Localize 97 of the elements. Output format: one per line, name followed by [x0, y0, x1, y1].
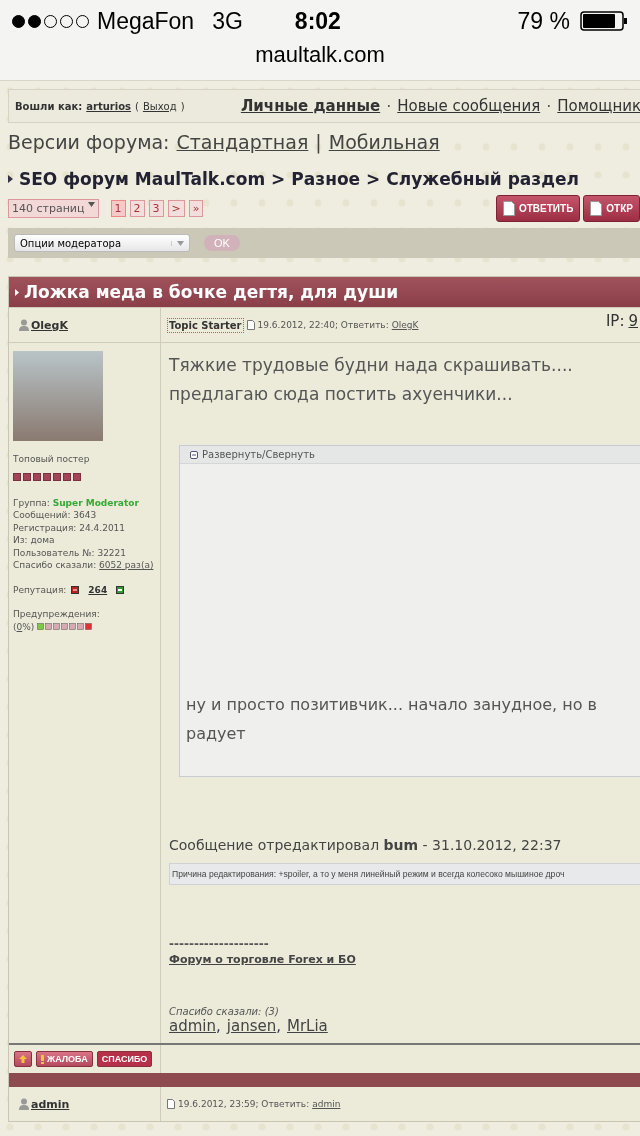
document-icon	[167, 1099, 175, 1109]
info-value: дома	[30, 535, 55, 545]
edit-reason: Причина редактирования: +spoiler, а то у меня линейный режим и всегда колесоко мышиное дроч	[169, 863, 640, 885]
post-text: предлагаю сюда постить ахуенчики...	[169, 383, 514, 406]
topic-starter-label: Topic Starter	[167, 317, 244, 333]
pages-dropdown[interactable]: 140 страниц	[8, 199, 99, 218]
post-text: Тяжкие трудовые будни нада скрашивать....	[169, 354, 574, 377]
moderator-select[interactable]: Опции модератора	[14, 234, 190, 252]
info-value: 32221	[97, 547, 127, 558]
paren-text: )	[180, 100, 185, 112]
breadcrumb-link[interactable]: Служебный раздел	[386, 169, 579, 189]
post-date: 19.6.2012, 23:59; Ответить:	[178, 1099, 310, 1109]
user-link[interactable]: admin	[169, 1017, 216, 1035]
report-button[interactable]: ЖАЛОБА	[36, 1051, 93, 1067]
user-icon	[19, 1098, 29, 1110]
bullet-icon	[8, 175, 13, 183]
action-button[interactable]: ОТВЕТИТЬ	[495, 195, 581, 222]
minus-icon	[71, 585, 80, 594]
document-icon	[502, 201, 515, 216]
paren-text: (	[135, 100, 139, 112]
info-label: Регистрация:	[13, 522, 78, 533]
info-label: Сообщений:	[13, 510, 72, 520]
warning-scale-icon	[37, 623, 94, 631]
login-label: Вошли как:	[15, 100, 83, 112]
ip-link[interactable]: 9	[628, 312, 638, 330]
versions-label: Версии форума:	[8, 131, 170, 153]
battery-icon	[580, 11, 628, 31]
page-button[interactable]: >	[167, 200, 185, 217]
breadcrumb-link[interactable]: SEO форум MaulTalk.com	[19, 169, 266, 189]
carrier-name: MegaFon	[97, 7, 195, 35]
document-icon	[590, 201, 603, 216]
address-url[interactable]: maultalk.com	[0, 42, 640, 68]
page-button[interactable]: 3	[148, 200, 164, 217]
nav-link[interactable]: Личные данные	[240, 97, 381, 115]
signature-link[interactable]: Форум о торговле Forex и БО	[169, 953, 632, 966]
info-label: Группа:	[13, 497, 51, 508]
signature-rule: --------------------	[169, 937, 270, 951]
breadcrumb-separator: >	[271, 169, 286, 189]
reply-link[interactable]: OlegK	[391, 320, 419, 330]
document-icon	[246, 320, 255, 330]
info-label: Спасибо сказали:	[13, 560, 98, 570]
info-value: 3643	[73, 510, 97, 520]
version-link[interactable]: Мобильная	[328, 131, 440, 153]
exclamation-icon	[41, 1054, 44, 1064]
paren-text: (	[13, 620, 17, 633]
network-type: 3G	[212, 7, 243, 35]
caret-icon	[177, 240, 184, 246]
breadcrumb-separator: >	[366, 169, 381, 189]
warnings-label: Предупреждения:	[13, 608, 101, 621]
author-link[interactable]: OlegK	[31, 318, 68, 332]
percent-text: %)	[22, 620, 35, 633]
arrow-up-icon	[19, 1055, 27, 1063]
rank-label: Топовый постер	[13, 453, 91, 466]
scroll-up-button[interactable]	[14, 1051, 32, 1067]
topic-title: Ложка меда в бочке дегтя, для души	[24, 282, 399, 302]
group-name: Super Moderator	[52, 497, 139, 508]
comma: ,	[276, 1017, 281, 1035]
username-link[interactable]: arturios	[86, 100, 131, 112]
separator-dot: ·	[546, 96, 552, 116]
battery-percent: 79 %	[517, 7, 570, 35]
page-button[interactable]: 2	[129, 200, 145, 217]
user-link[interactable]: MrLia	[287, 1017, 328, 1035]
caret-icon	[87, 202, 95, 207]
separator-text: |	[315, 131, 322, 153]
reply-link[interactable]: admin	[312, 1099, 341, 1109]
comma: ,	[216, 1017, 221, 1035]
minus-icon	[190, 450, 198, 459]
bullet-icon	[15, 288, 19, 296]
post-date: 19.6.2012, 22:40; Ответить:	[257, 320, 389, 330]
edited-note: Сообщение отредактировал bum - 31.10.2012, 22:37	[169, 837, 563, 853]
plus-icon	[116, 585, 125, 594]
info-value: 24.4.2011	[79, 522, 126, 533]
spoiler-text: радует	[186, 723, 247, 745]
spoiler-text: ну и просто позитивчик... начало занудное, но в	[186, 694, 599, 716]
nav-link[interactable]: Помощник	[557, 97, 640, 115]
page-button[interactable]: 1	[110, 200, 126, 217]
thanks-button[interactable]: СПАСИБО	[96, 1051, 153, 1067]
action-button[interactable]: ОТКР	[583, 195, 640, 222]
reputation-label: Репутация:	[13, 583, 67, 596]
separator-dot: ·	[386, 96, 392, 116]
logout-link[interactable]: Выход	[142, 100, 177, 112]
clock-time: 8:02	[294, 7, 341, 35]
user-link[interactable]: jansen	[226, 1017, 277, 1035]
breadcrumb-link[interactable]: Разное	[291, 169, 361, 189]
thanks-label: Спасибо сказали: (3)	[169, 1006, 280, 1017]
warning-percent-link[interactable]: 0	[16, 620, 23, 633]
reputation-value[interactable]: 264	[88, 583, 108, 596]
ip-label: IP:	[605, 312, 625, 330]
author-link[interactable]: admin	[31, 1097, 70, 1111]
nav-link[interactable]: Новые сообщения	[397, 97, 541, 115]
info-label: Пользователь №:	[13, 547, 96, 558]
page-button[interactable]: »	[188, 200, 204, 217]
user-icon	[19, 319, 29, 331]
thanks-count-link[interactable]: 6052 раз(а)	[99, 560, 154, 570]
info-label: Из:	[13, 535, 29, 545]
spoiler-toggle[interactable]: Развернуть/Свернуть	[180, 446, 640, 464]
version-link[interactable]: Стандартная	[176, 131, 309, 153]
